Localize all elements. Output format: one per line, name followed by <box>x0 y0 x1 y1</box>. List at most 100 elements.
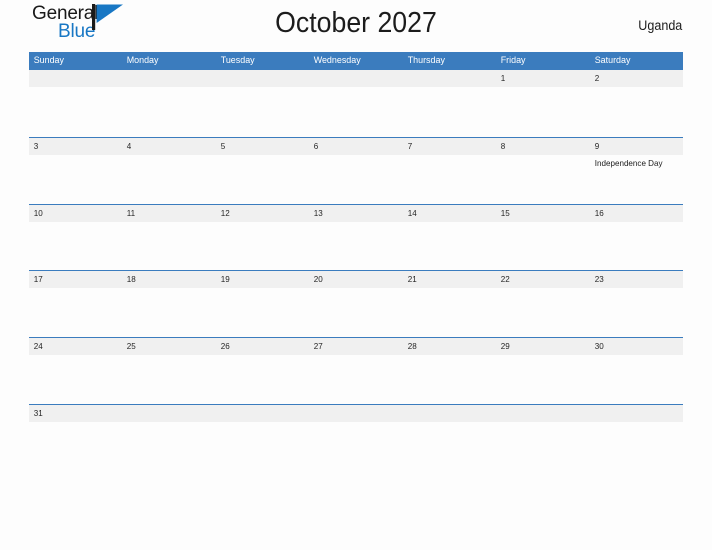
event-label <box>496 288 585 308</box>
day-cell[interactable]: 10 <box>29 205 118 222</box>
event-label <box>309 155 398 175</box>
page-title: October 2027 <box>275 7 437 39</box>
day-cell[interactable]: 28 <box>403 338 492 355</box>
weekday-sunday: Sunday <box>33 55 65 66</box>
day-cell[interactable]: 12 <box>216 205 305 222</box>
event-label <box>216 355 305 375</box>
event-label: Independence Day <box>594 157 663 168</box>
event-label <box>309 288 398 308</box>
event-label <box>216 222 305 242</box>
event-label <box>309 222 398 242</box>
weekday-thursday: Thursday <box>407 55 445 66</box>
day-cell[interactable] <box>403 70 492 87</box>
week-events <box>29 87 683 107</box>
day-cell[interactable]: 1 <box>496 70 585 87</box>
day-cell[interactable]: 16 <box>590 205 679 222</box>
day-cell[interactable]: 18 <box>122 271 211 288</box>
week-row: 17 18 19 20 21 22 23 <box>29 270 683 337</box>
weekday-tuesday: Tuesday <box>220 55 255 66</box>
event-label <box>122 288 211 308</box>
event-label <box>496 155 585 175</box>
event-label <box>29 222 118 242</box>
day-cell[interactable] <box>29 70 118 87</box>
day-cell[interactable]: 24 <box>29 338 118 355</box>
event-label <box>29 87 118 107</box>
event-label <box>590 355 679 375</box>
week-day-numbers: 24 25 26 27 28 29 30 <box>29 338 683 356</box>
event-label <box>29 288 118 308</box>
event-label <box>403 155 492 175</box>
event-label <box>216 155 305 175</box>
week-row: 24 25 26 27 28 29 30 <box>29 337 683 404</box>
day-cell[interactable] <box>309 405 398 422</box>
weekday-saturday: Saturday <box>594 55 630 66</box>
day-cell[interactable] <box>122 405 211 422</box>
event-label <box>122 155 211 175</box>
day-cell[interactable] <box>216 405 305 422</box>
event-label <box>403 222 492 242</box>
day-cell[interactable] <box>403 405 492 422</box>
event-label <box>590 222 679 242</box>
event-label <box>496 222 585 242</box>
week-events <box>29 355 683 375</box>
day-cell[interactable]: 25 <box>122 338 211 355</box>
day-cell[interactable]: 20 <box>309 271 398 288</box>
day-cell[interactable]: 21 <box>403 271 492 288</box>
event-label <box>403 355 492 375</box>
day-cell[interactable]: 23 <box>590 271 679 288</box>
weekday-monday: Monday <box>127 55 159 66</box>
week-row: 3 4 5 6 7 8 9 Independence Day <box>29 136 683 204</box>
day-cell[interactable]: 29 <box>496 338 585 355</box>
week-row: 31 <box>29 403 683 434</box>
day-cell[interactable]: 22 <box>496 271 585 288</box>
day-cell[interactable] <box>496 405 585 422</box>
week-row: 1 2 <box>29 70 683 137</box>
day-cell[interactable]: 5 <box>216 138 305 155</box>
day-cell[interactable]: 15 <box>496 205 585 222</box>
week-day-numbers: 1 2 <box>29 70 683 87</box>
day-cell[interactable]: 11 <box>122 205 211 222</box>
event-label <box>216 288 305 308</box>
day-cell[interactable] <box>590 405 679 422</box>
day-cell[interactable] <box>309 70 398 87</box>
event-label <box>496 355 585 375</box>
day-cell[interactable]: 19 <box>216 271 305 288</box>
event-label <box>122 355 211 375</box>
day-cell[interactable]: 13 <box>309 205 398 222</box>
weekday-wednesday: Wednesday <box>313 55 361 66</box>
day-cell[interactable] <box>216 70 305 87</box>
week-row: 10 11 12 13 14 15 16 <box>29 203 683 271</box>
event-label <box>122 222 211 242</box>
week-events: Independence Day <box>29 155 683 175</box>
week-day-numbers: 31 <box>29 404 683 422</box>
day-cell[interactable]: 30 <box>590 338 679 355</box>
event-label <box>29 155 118 175</box>
event-label <box>216 87 305 107</box>
event-label <box>309 355 398 375</box>
page-header: General Blue October 2027 Uganda <box>29 0 683 52</box>
day-cell[interactable] <box>122 70 211 87</box>
event-label <box>590 87 679 107</box>
event-label <box>590 288 679 308</box>
day-cell[interactable]: 27 <box>309 338 398 355</box>
weekday-friday: Friday <box>500 55 526 66</box>
day-cell[interactable]: 8 <box>496 138 585 155</box>
event-label <box>29 355 118 375</box>
day-cell[interactable]: 9 <box>590 138 679 155</box>
day-cell[interactable]: 6 <box>309 138 398 155</box>
day-cell[interactable]: 31 <box>29 405 118 422</box>
week-day-numbers: 17 18 19 20 21 22 23 <box>29 271 683 289</box>
week-events <box>29 222 683 242</box>
week-events <box>29 288 683 308</box>
event-label <box>496 87 585 107</box>
country-label: Uganda <box>638 18 682 33</box>
event-label <box>403 288 492 308</box>
day-cell[interactable]: 3 <box>29 138 118 155</box>
day-cell[interactable]: 4 <box>122 138 211 155</box>
day-cell[interactable]: 2 <box>590 70 679 87</box>
day-cell[interactable]: 17 <box>29 271 118 288</box>
event-label <box>309 87 398 107</box>
day-cell[interactable]: 14 <box>403 205 492 222</box>
day-cell[interactable]: 7 <box>403 138 492 155</box>
day-cell[interactable]: 26 <box>216 338 305 355</box>
